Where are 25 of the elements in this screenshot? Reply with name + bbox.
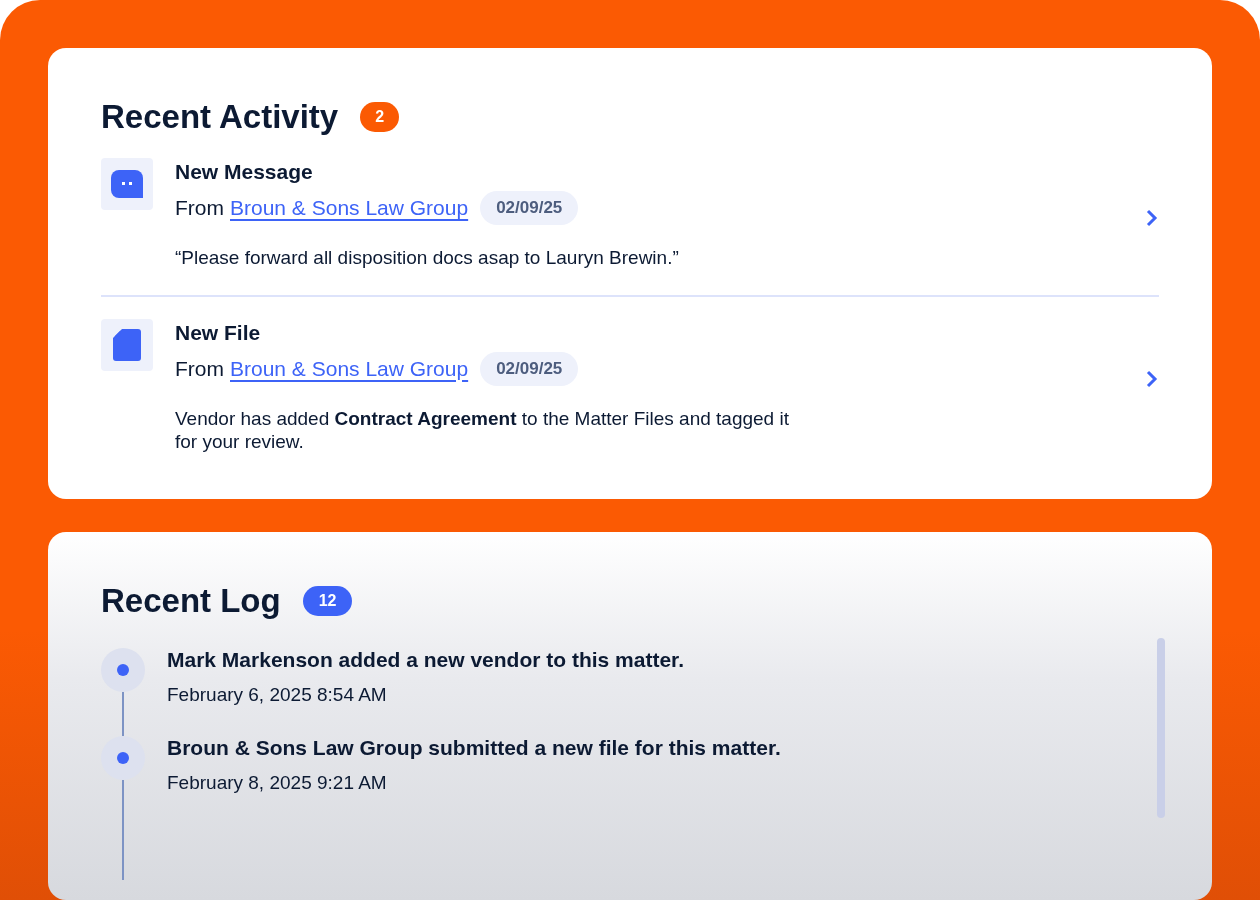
section-title: Recent Activity: [101, 98, 339, 136]
scrollbar[interactable]: [1157, 638, 1165, 819]
log-entry-text: Mark Markenson added a new vendor to this matter.: [167, 648, 684, 673]
section-title: Recent Log: [101, 582, 281, 621]
sender-link[interactable]: Broun & Sons Law Group: [230, 196, 469, 220]
file-icon: [101, 318, 153, 371]
from-label: From: [175, 196, 224, 220]
item-title: New File: [175, 320, 262, 345]
count-badge: 12: [302, 586, 353, 617]
count-badge: 2: [360, 102, 400, 132]
chevron-right-icon[interactable]: [1145, 368, 1159, 389]
item-description: “Please forward all disposition docs asap to Lauryn Brewin.”: [175, 247, 680, 270]
timeline-dot-icon: [101, 736, 145, 781]
item-description: Vendor has added Contract Agreement to the Matter Files and tagged it for your review.: [175, 407, 790, 454]
timeline-dot-icon: [101, 648, 145, 693]
date-badge: 02/09/25: [480, 351, 579, 386]
item-title: New Message: [175, 160, 314, 184]
sender-link[interactable]: Broun & Sons Law Group: [230, 356, 469, 381]
chat-icon: [101, 158, 153, 210]
chevron-right-icon[interactable]: [1145, 208, 1159, 228]
log-entry-time: February 8, 2025 9:21 AM: [167, 772, 388, 795]
log-entry-time: February 6, 2025 8:54 AM: [167, 684, 388, 707]
log-entry-text: Broun & Sons Law Group submitted a new file for this matter.: [167, 736, 781, 761]
date-badge: 02/09/25: [480, 191, 579, 225]
from-label: From: [175, 356, 224, 381]
